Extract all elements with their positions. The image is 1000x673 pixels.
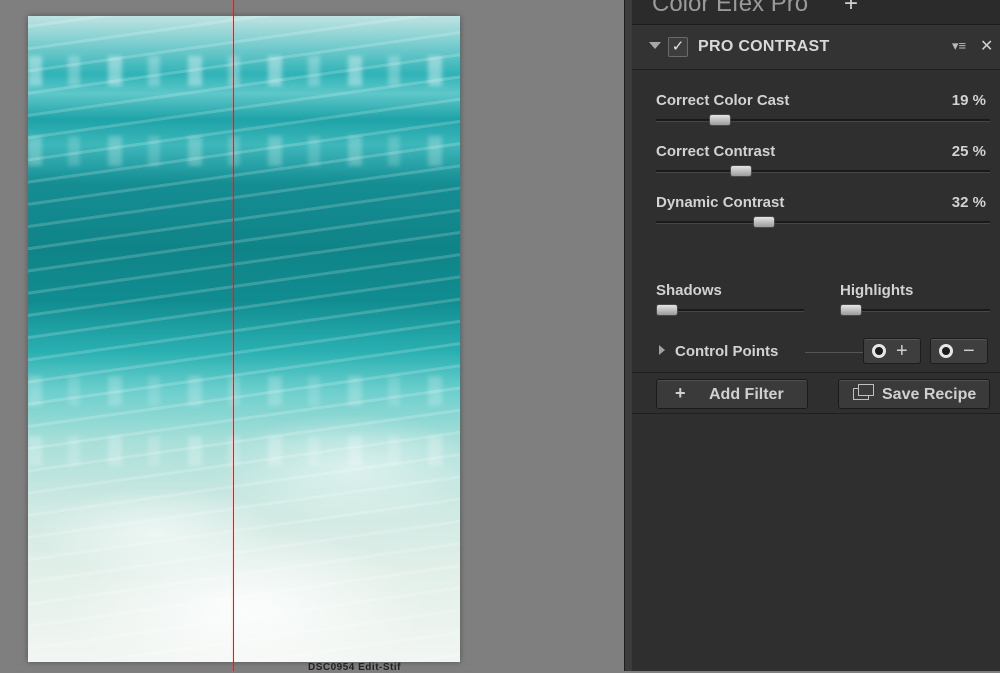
- filter-enable-checkbox[interactable]: ✓: [668, 37, 688, 57]
- recipe-icon: [853, 384, 874, 400]
- plus-icon: +: [675, 383, 686, 403]
- slider-label: Highlights: [840, 282, 914, 299]
- divider: [632, 372, 1000, 373]
- photo-texture: [28, 56, 460, 86]
- slider-correct-contrast: Correct Contrast 25 %: [656, 143, 990, 183]
- control-point-icon: [939, 344, 953, 358]
- control-point-icon: [872, 344, 886, 358]
- slider-track[interactable]: [656, 170, 990, 173]
- plus-icon: +: [896, 340, 908, 362]
- menu-icon[interactable]: ▾≡: [952, 38, 966, 54]
- control-points-row: Control Points + −: [632, 336, 1000, 368]
- photo-texture: [28, 136, 460, 166]
- slider-dynamic-contrast: Dynamic Contrast 32 %: [656, 194, 990, 234]
- chevron-right-icon[interactable]: [659, 345, 665, 355]
- slider-label: Correct Color Cast: [656, 92, 790, 109]
- divider: [632, 413, 1000, 414]
- image-preview-area: DSC0954 Edit-Stif: [0, 0, 624, 673]
- slider-thumb[interactable]: [840, 304, 862, 316]
- slider-label: Correct Contrast: [656, 143, 776, 160]
- photo-texture: [28, 376, 460, 406]
- slider-label: Shadows: [656, 282, 722, 299]
- slider-value[interactable]: 32 %: [952, 194, 986, 211]
- slider-value[interactable]: 25 %: [952, 143, 986, 160]
- add-control-point-button[interactable]: +: [863, 338, 921, 364]
- slider-label: Dynamic Contrast: [656, 194, 785, 211]
- slider-highlights: Highlights: [840, 282, 990, 322]
- slider-thumb[interactable]: [709, 114, 732, 126]
- slider-track[interactable]: [656, 309, 804, 312]
- save-recipe-label: Save Recipe: [882, 386, 977, 403]
- close-icon[interactable]: ✕: [980, 36, 993, 56]
- filter-panel: Color Efex Pro + ✓ PRO CONTRAST ▾≡ ✕ Cor…: [632, 0, 1000, 671]
- slider-correct-color-cast: Correct Color Cast 19 %: [656, 92, 990, 132]
- slider-track[interactable]: [656, 221, 990, 224]
- slider-thumb[interactable]: [656, 304, 678, 316]
- minus-icon: −: [963, 340, 975, 362]
- add-filter-label: Add Filter: [709, 386, 784, 403]
- slider-value[interactable]: 19 %: [952, 92, 986, 109]
- slider-thumb[interactable]: [752, 216, 775, 228]
- preview-photo[interactable]: [28, 16, 460, 662]
- photo-texture: [28, 436, 460, 466]
- slider-thumb[interactable]: [729, 165, 752, 177]
- panel-header: Color Efex Pro +: [632, 0, 1000, 25]
- divider: [805, 352, 865, 353]
- save-recipe-button[interactable]: Save Recipe: [838, 379, 990, 409]
- control-points-label[interactable]: Control Points: [675, 343, 778, 360]
- add-filter-button[interactable]: + Add Filter: [656, 379, 808, 409]
- add-icon[interactable]: +: [844, 0, 858, 18]
- chevron-down-icon[interactable]: [649, 42, 661, 49]
- remove-control-point-button[interactable]: −: [930, 338, 988, 364]
- slider-track[interactable]: [656, 119, 990, 122]
- filter-name: PRO CONTRAST: [698, 38, 830, 55]
- before-after-split-line[interactable]: [233, 0, 234, 671]
- slider-track[interactable]: [840, 309, 990, 312]
- app-title: Color Efex Pro: [652, 0, 809, 17]
- slider-shadows: Shadows: [656, 282, 806, 322]
- image-filename: DSC0954 Edit-Stif: [308, 662, 401, 673]
- filter-header: ✓ PRO CONTRAST ▾≡ ✕: [632, 25, 1000, 70]
